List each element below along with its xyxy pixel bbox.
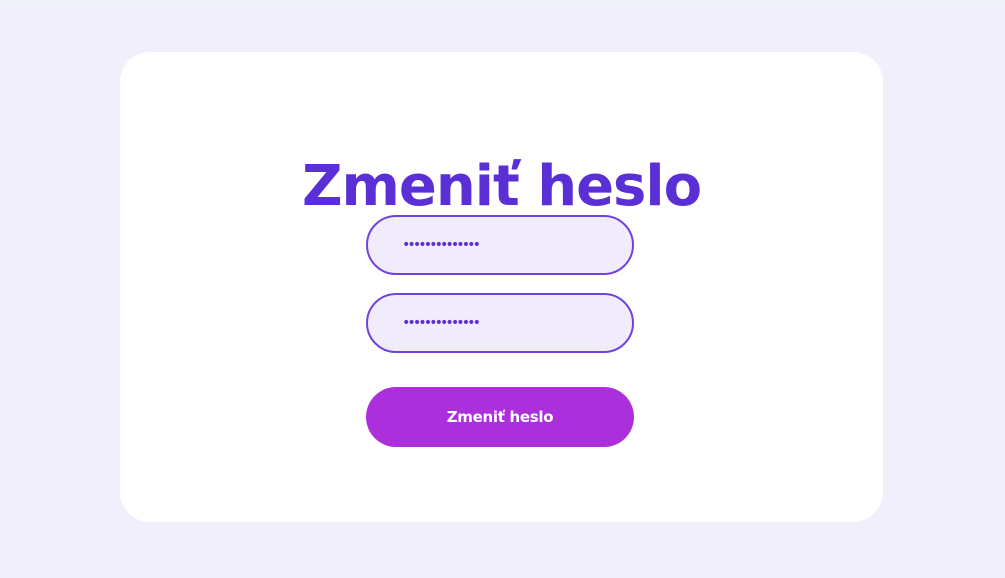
top-strip [0,0,1005,6]
new-password-field[interactable] [366,215,634,275]
change-password-card: Zmeniť heslo [120,52,883,522]
confirm-password-field[interactable] [366,293,634,353]
page-title: Zmeniť heslo [301,154,702,219]
change-password-button[interactable]: Zmeniť heslo [366,387,634,447]
